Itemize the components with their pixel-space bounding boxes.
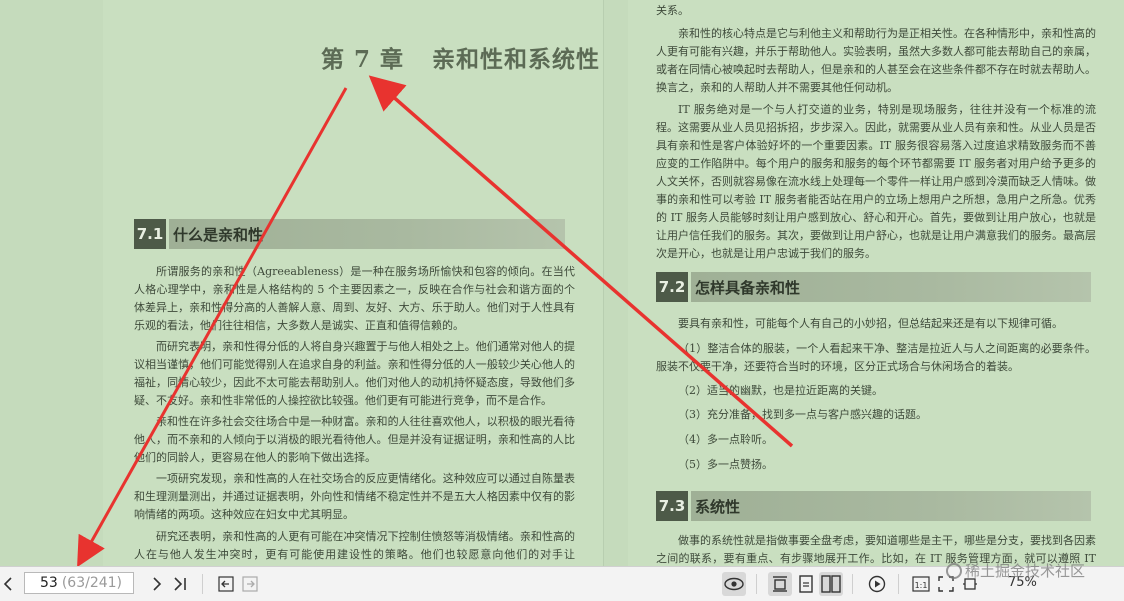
forward-arrow-icon	[242, 576, 258, 592]
section-heading-7-3: 7.3 系统性	[656, 491, 1091, 521]
paragraph: 要具有亲和性，可能每个人有自己的小妙招，但总结起来还是有以下规律可循。	[678, 317, 1063, 330]
eye-care-mode-button[interactable]	[722, 572, 746, 596]
list-item: （4）多一点聆听。	[678, 433, 773, 446]
list-item: （2）适当的幽默，也是拉近距离的关键。	[678, 384, 883, 397]
two-page-button[interactable]	[819, 572, 843, 596]
current-page: 53	[40, 575, 58, 591]
juejin-logo-icon	[946, 563, 962, 579]
right-page: 关系。 亲和性的核心特点是它与利他主义和帮助行为是正相关性。在各种情形中，亲和性…	[628, 0, 1124, 566]
list-item: （5）多一点赞扬。	[678, 458, 773, 471]
watermark-text: 稀土掘金技术社区	[965, 562, 1086, 580]
book-icon	[821, 575, 841, 593]
next-page-button[interactable]	[145, 572, 169, 596]
viewport-margin	[0, 0, 103, 566]
toolbar-divider	[852, 574, 853, 594]
paragraph: IT 服务绝对是一个与人打交道的业务，特别是现场服务，往往并没有一个标准的流程。…	[656, 103, 1096, 260]
chapter-name: 亲和性和系统性	[432, 46, 601, 73]
play-icon	[868, 575, 886, 593]
actual-size-button[interactable]: 1:1	[909, 572, 933, 596]
document-viewport[interactable]: 第 7 章亲和性和系统性 7.1 什么是亲和性 所谓服务的亲和性（Agreeab…	[0, 0, 1124, 566]
continuous-page-icon	[773, 576, 787, 592]
back-button[interactable]	[214, 572, 238, 596]
paragraph: 所谓服务的亲和性（Agreeableness）是一种在服务场所愉快和包容的倾向。…	[134, 265, 575, 332]
watermark: 稀土掘金技术社区	[946, 560, 1085, 581]
paragraph: 一项研究发现，亲和性高的人在社交场合的反应更情绪化。这种效应可以通过自陈量表和生…	[134, 472, 575, 521]
page-total: (63/241)	[61, 575, 123, 591]
paragraph: 而研究表明，亲和性得分低的人将自身兴趣置于与他人相处之上。他们通常对他人的提议相…	[134, 340, 575, 407]
skip-last-icon	[174, 577, 186, 591]
section-title: 系统性	[691, 491, 1091, 521]
page-gutter	[604, 0, 628, 566]
toolbar-divider	[756, 574, 757, 594]
section-heading-7-1: 7.1 什么是亲和性	[134, 219, 565, 249]
paragraph: 亲和性在许多社会交往场合中是一种财富。亲和的人往往喜欢他人，以积极的眼光看待他人…	[134, 415, 575, 464]
play-button[interactable]	[865, 572, 889, 596]
list-item: （1）整洁合体的服装，一个人看起来干净、整洁是拉近人与人之间距离的必要条件。服装…	[656, 342, 1096, 373]
list-item: （3）充分准备，找到多一点与客户感兴趣的话题。	[678, 408, 927, 421]
page-number-input[interactable]: 53 (63/241)	[24, 572, 134, 594]
chapter-title: 第 7 章亲和性和系统性	[321, 40, 600, 74]
chapter-number: 第 7 章	[321, 46, 405, 73]
back-arrow-icon	[218, 576, 234, 592]
forward-button[interactable]	[238, 572, 262, 596]
toolbar-divider	[202, 574, 203, 594]
toolbar-divider	[898, 574, 899, 594]
section-title: 怎样具备亲和性	[691, 272, 1091, 302]
single-page-icon	[799, 575, 813, 593]
paragraph: 亲和性的核心特点是它与利他主义和帮助行为是正相关性。在各种情形中，亲和性高的人更…	[656, 27, 1096, 94]
section-number: 7.2	[656, 272, 688, 302]
section-number: 7.1	[134, 219, 166, 249]
chevron-left-icon	[3, 577, 12, 591]
paragraph: 研究还表明，亲和性高的人更有可能在冲突情况下控制住愤怒等消极情绪。亲和性高的人在…	[134, 530, 575, 561]
section-number: 7.3	[656, 491, 688, 521]
eye-icon	[724, 577, 744, 591]
single-page-button[interactable]	[794, 572, 818, 596]
continuous-scroll-button[interactable]	[768, 572, 792, 596]
section-title: 什么是亲和性	[169, 219, 565, 249]
actual-size-icon: 1:1	[912, 576, 930, 592]
section-heading-7-2: 7.2 怎样具备亲和性	[656, 272, 1091, 302]
chevron-right-icon	[153, 577, 162, 591]
prev-page-button[interactable]	[0, 572, 20, 596]
last-page-button[interactable]	[168, 572, 192, 596]
svg-text:1:1: 1:1	[915, 581, 928, 590]
left-page: 第 7 章亲和性和系统性 7.1 什么是亲和性 所谓服务的亲和性（Agreeab…	[103, 0, 604, 566]
paragraph-fragment: 关系。	[656, 4, 689, 17]
